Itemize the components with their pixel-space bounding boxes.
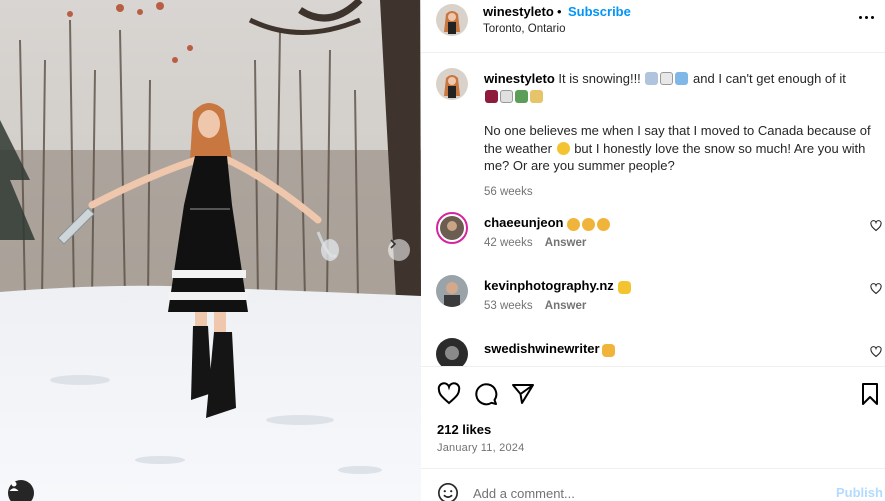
caption-username[interactable]: winestyleto xyxy=(484,71,555,86)
cloud-snow-emoji xyxy=(645,72,659,85)
like-comment-heart-icon[interactable] xyxy=(870,283,882,295)
answer-button[interactable]: Answer xyxy=(545,237,587,249)
add-comment-bar: Publish xyxy=(421,468,885,501)
add-comment-input[interactable] xyxy=(473,484,813,501)
snowman-emoji xyxy=(660,72,674,85)
snowman-emoji xyxy=(500,89,513,103)
comment-item: chaeeunjeon 42 weeks Answer xyxy=(421,212,885,262)
more-options-button[interactable] xyxy=(859,10,879,24)
caption-time[interactable]: 56 weeks xyxy=(484,186,533,198)
comment-time[interactable]: 53 weeks xyxy=(484,300,533,312)
comments-list[interactable]: winestyleto It is snowing!!! and I can't… xyxy=(421,54,885,366)
mountain-emoji xyxy=(515,89,528,103)
author-avatar[interactable] xyxy=(436,4,468,36)
caption-line1: It is snowing!!! xyxy=(558,71,641,86)
caption-line1-tail: and I can't get enough of it xyxy=(693,71,846,86)
snow-scene-image xyxy=(0,0,421,501)
like-comment-heart-icon[interactable] xyxy=(870,346,882,358)
commenter-avatar[interactable] xyxy=(436,338,468,366)
likes-count[interactable]: 212 likes xyxy=(437,422,491,437)
clap-emoji xyxy=(597,218,610,231)
commenter-avatar[interactable] xyxy=(436,212,468,244)
chevron-right-icon xyxy=(390,239,397,249)
bookmark-icon[interactable] xyxy=(858,382,882,406)
post-header: winestyleto • Subscribe Toronto, Ontario xyxy=(421,0,885,53)
clap-emoji xyxy=(582,218,595,231)
comment-item: kevinphotography.nz 53 weeks Answer xyxy=(421,275,885,325)
commenter-avatar[interactable] xyxy=(436,275,468,307)
share-paper-plane-icon[interactable] xyxy=(511,382,535,406)
answer-button[interactable]: Answer xyxy=(545,300,587,312)
caption-avatar[interactable] xyxy=(436,68,468,100)
commenter-username[interactable]: chaeeunjeon xyxy=(484,215,563,230)
thumbs-up-emoji xyxy=(617,279,632,297)
tagged-people-button[interactable] xyxy=(8,480,34,501)
author-username[interactable]: winestyleto xyxy=(483,4,554,19)
champagne-emoji xyxy=(530,89,543,103)
post-photo[interactable] xyxy=(0,0,421,501)
snow-emojis xyxy=(644,71,693,86)
post-actions: 212 likes January 11, 2024 Publish xyxy=(421,366,885,501)
wine-glass-emoji xyxy=(485,89,498,103)
next-image-button[interactable] xyxy=(388,239,410,261)
post-details-panel: winestyleto • Subscribe Toronto, Ontario… xyxy=(421,0,885,501)
subscribe-button[interactable]: Subscribe xyxy=(568,4,631,19)
snowflake-emoji xyxy=(675,72,689,85)
person-icon xyxy=(9,481,19,491)
like-comment-heart-icon[interactable] xyxy=(870,220,882,232)
clap-emojis xyxy=(566,216,611,234)
laughing-emoji xyxy=(556,141,570,155)
clap-emoji xyxy=(567,218,580,231)
publish-button[interactable]: Publish xyxy=(836,485,883,500)
post-caption: winestyleto It is snowing!!! and I can't… xyxy=(484,70,876,201)
like-heart-icon[interactable] xyxy=(437,382,461,406)
emoji-smiley-icon[interactable] xyxy=(437,482,459,501)
commenter-username[interactable]: swedishwinewriter xyxy=(484,341,600,356)
commenter-username[interactable]: kevinphotography.nz xyxy=(484,278,614,293)
post-date[interactable]: January 11, 2024 xyxy=(437,442,524,454)
comment-item: swedishwinewriter xyxy=(421,338,885,366)
post-location[interactable]: Toronto, Ontario xyxy=(483,23,565,35)
comment-bubble-icon[interactable] xyxy=(474,382,498,406)
comment-time[interactable]: 42 weeks xyxy=(484,237,533,249)
raised-hands-emoji xyxy=(601,342,616,360)
separator-dot: • xyxy=(557,4,562,19)
more-horizontal-icon xyxy=(859,15,874,19)
